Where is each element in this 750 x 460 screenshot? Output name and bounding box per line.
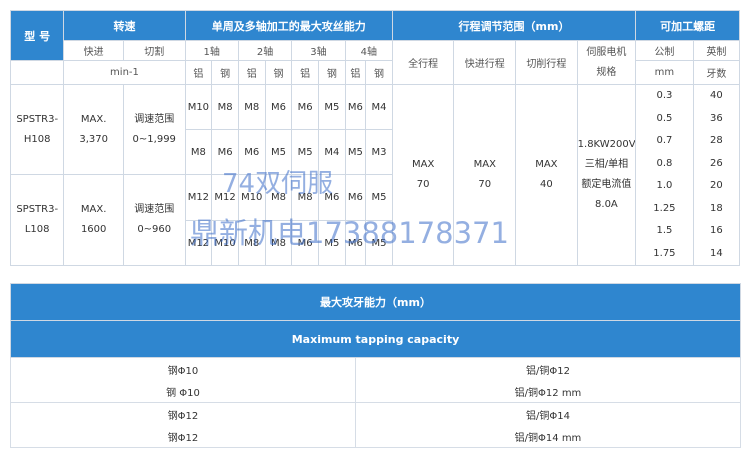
header-cut: 切割: [122, 40, 186, 61]
cap-cell: M6: [344, 174, 367, 221]
cap-cell: M10: [184, 84, 213, 130]
cap-cell: M12: [184, 174, 213, 221]
tapping-al-cu: 铝/铜Φ14 mm: [355, 425, 741, 448]
header-steel-1: 钢: [211, 60, 239, 85]
cap-cell: M6: [291, 220, 319, 266]
cap-cell: M5: [317, 220, 346, 266]
cap-cell: M6: [344, 84, 367, 130]
header-fast-stroke: 快进行程: [453, 40, 517, 85]
header-steel-2: 钢: [264, 60, 293, 85]
cap-cell: M6: [237, 129, 266, 175]
cap-cell: M5: [365, 220, 393, 266]
fast-speed-h108: MAX. 3,370: [63, 84, 124, 175]
cap-cell: M6: [317, 174, 346, 221]
cap-cell: M6: [344, 220, 367, 266]
fast-speed-l108: MAX. 1600: [63, 174, 124, 266]
header-metric: 公制: [635, 40, 694, 61]
header-axis-2: 2轴: [237, 40, 293, 61]
header-al-3: 铝: [291, 60, 319, 85]
tapping-steel: 钢Φ10: [10, 357, 356, 380]
header-unit-speed: min-1: [63, 60, 186, 85]
model-name-l108: SPSTR3- L108: [9, 174, 65, 266]
cap-cell: M8: [291, 174, 319, 221]
header-steel-4: 钢: [365, 60, 393, 85]
tapping-subtitle: Maximum tapping capacity: [10, 320, 741, 358]
cap-cell: M6: [291, 84, 319, 130]
full-stroke-value: MAX 70: [391, 84, 455, 266]
header-capacity: 单周及多轴加工的最大攻丝能力: [184, 10, 393, 41]
tapping-capacity-table: 最大攻牙能力（mm） Maximum tapping capacity 钢Φ10…: [10, 283, 741, 448]
header-al-2: 铝: [237, 60, 266, 85]
cap-cell: M5: [317, 84, 346, 130]
cap-cell: M4: [317, 129, 346, 175]
cap-cell: M8: [237, 220, 266, 266]
cap-cell: M5: [291, 129, 319, 175]
cut-stroke-value: MAX 40: [515, 84, 578, 266]
cap-cell: M10: [211, 220, 239, 266]
tapping-steel: 钢 Φ10: [10, 380, 356, 403]
tapping-al-cu: 铝/铜Φ12 mm: [355, 380, 741, 403]
header-al-1: 铝: [184, 60, 213, 85]
header-unit-teeth: 牙数: [692, 60, 741, 85]
fast-stroke-value: MAX 70: [453, 84, 517, 266]
header-axis-1: 1轴: [184, 40, 239, 61]
header-unit-cell: [9, 60, 65, 85]
cap-cell: M6: [264, 84, 293, 130]
header-axis-4: 4轴: [344, 40, 393, 61]
header-imperial: 英制: [692, 40, 741, 61]
cap-cell: M6: [211, 129, 239, 175]
cap-cell: M8: [237, 84, 266, 130]
cap-cell: M8: [211, 84, 239, 130]
pitch-metric-list: 0.3 0.5 0.7 0.8 1.0 1.25 1.5 1.75: [635, 84, 694, 266]
cap-cell: M5: [365, 174, 393, 221]
cap-cell: M4: [365, 84, 393, 130]
pitch-imperial-list: 40 36 28 26 20 18 16 14: [692, 84, 741, 266]
cap-cell: M12: [184, 220, 213, 266]
cap-cell: M8: [184, 129, 213, 175]
header-stroke-range: 行程调节范围（mm）: [391, 10, 637, 41]
header-servo: 伺服电机 规格: [576, 40, 637, 85]
tapping-title: 最大攻牙能力（mm）: [10, 283, 741, 321]
header-cut-stroke: 切削行程: [515, 40, 578, 85]
cap-cell: M10: [237, 174, 266, 221]
cap-cell: M8: [264, 220, 293, 266]
tapping-steel: 钢Φ12: [10, 402, 356, 425]
cap-cell: M5: [264, 129, 293, 175]
header-unit-mm: mm: [635, 60, 694, 85]
header-al-4: 铝: [344, 60, 367, 85]
tapping-al-cu: 铝/铜Φ12: [355, 357, 741, 380]
spec-table: 型 号 转速 单周及多轴加工的最大攻丝能力 行程调节范围（mm） 可加工螺距 快…: [9, 10, 741, 266]
header-steel-3: 钢: [317, 60, 346, 85]
tapping-al-cu: 铝/铜Φ14: [355, 402, 741, 425]
tapping-steel: 钢Φ12: [10, 425, 356, 448]
servo-spec: 1.8KW200V 三相/单相 额定电流值 8.0A: [576, 84, 637, 266]
cut-speed-l108: 调速范围 0~960: [122, 174, 186, 266]
header-speed: 转速: [63, 10, 186, 41]
cap-cell: M3: [365, 129, 393, 175]
cap-cell: M5: [344, 129, 367, 175]
header-model: 型 号: [9, 10, 65, 61]
cap-cell: M12: [211, 174, 239, 221]
header-full-stroke: 全行程: [391, 40, 455, 85]
header-pitch: 可加工螺距: [635, 10, 740, 41]
header-axis-3: 3轴: [291, 40, 346, 61]
model-name-h108: SPSTR3- H108: [9, 84, 65, 175]
cut-speed-h108: 调速范围 0~1,999: [122, 84, 186, 175]
header-fast: 快进: [63, 40, 124, 61]
cap-cell: M8: [264, 174, 293, 221]
